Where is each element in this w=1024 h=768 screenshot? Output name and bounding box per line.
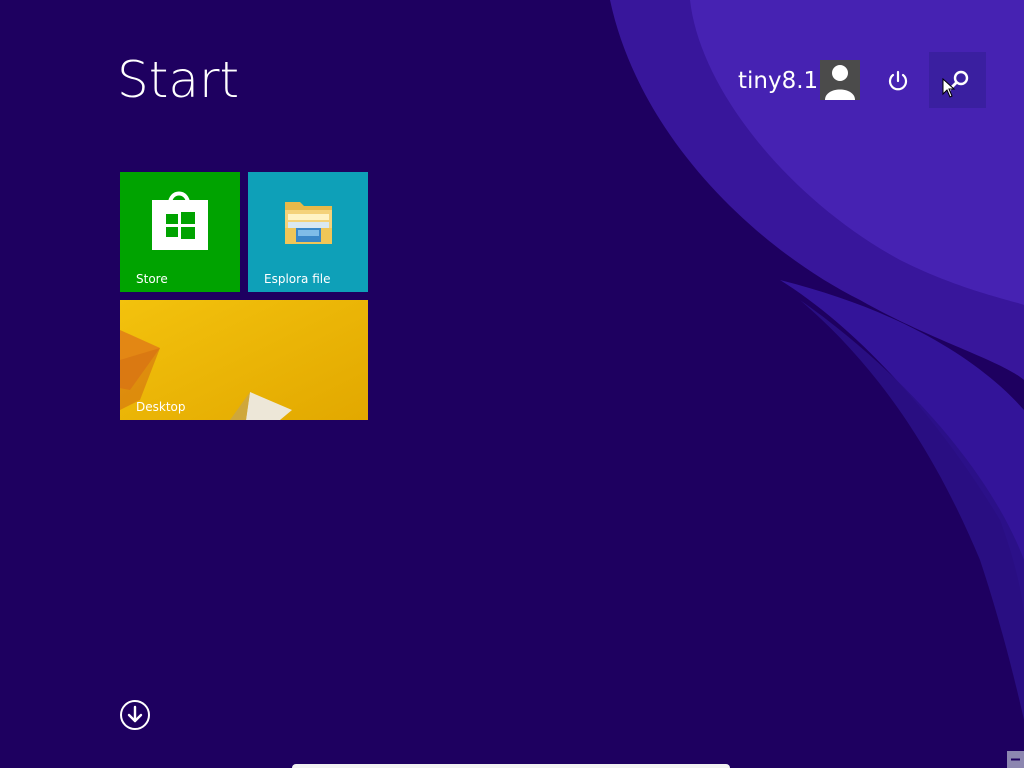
power-icon bbox=[888, 70, 908, 91]
all-apps-button[interactable] bbox=[119, 699, 151, 731]
avatar[interactable] bbox=[820, 60, 860, 100]
tile-store[interactable]: Store bbox=[120, 172, 240, 292]
tile-label: Esplora file bbox=[264, 272, 331, 286]
tile-label: Desktop bbox=[136, 400, 186, 414]
user-name[interactable]: tiny8.1 bbox=[738, 66, 818, 96]
start-screen: Start tiny8.1 Store Esplora file Desktop bbox=[0, 0, 1024, 768]
page-title: Start bbox=[117, 51, 240, 109]
search-button[interactable] bbox=[929, 52, 986, 108]
tile-label: Store bbox=[136, 272, 168, 286]
corner-minimize-button[interactable] bbox=[1007, 751, 1024, 768]
tile-file-explorer[interactable]: Esplora file bbox=[248, 172, 368, 292]
down-arrow-circle-icon bbox=[120, 700, 150, 730]
user-silhouette-icon bbox=[825, 65, 855, 100]
tile-desktop[interactable]: Desktop bbox=[120, 300, 368, 420]
search-icon bbox=[947, 70, 969, 92]
power-button[interactable] bbox=[883, 66, 913, 96]
taskbar-peek bbox=[292, 764, 730, 768]
minus-icon bbox=[1011, 758, 1020, 761]
